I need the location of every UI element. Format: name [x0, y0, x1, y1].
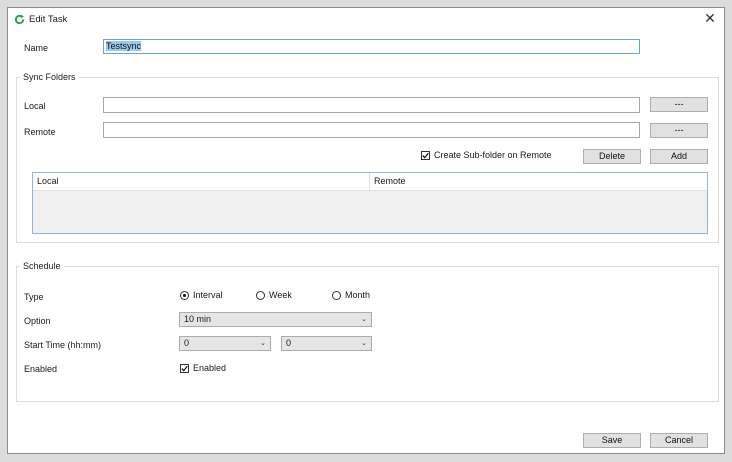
- enabled-check-label: Enabled: [193, 363, 227, 373]
- option-label: Option: [24, 316, 51, 326]
- start-minute-value: 0: [286, 338, 292, 348]
- create-subfolder-label: Create Sub-folder on Remote: [434, 150, 552, 160]
- start-hour-value: 0: [184, 338, 190, 348]
- checkbox-box: [180, 363, 189, 373]
- enabled-checkbox[interactable]: Enabled: [180, 363, 226, 373]
- checkmark-icon: [181, 365, 188, 372]
- title-bar: Edit Task: [14, 12, 67, 26]
- chevron-down-icon: ⌄: [361, 340, 367, 347]
- remote-path-input[interactable]: [103, 122, 640, 138]
- edit-task-dialog: Edit Task ✕ Name Testsync Sync Folders L…: [7, 7, 725, 454]
- radio-circle: [332, 290, 341, 300]
- checkmark-icon: [422, 152, 429, 159]
- list-header: Local Remote: [33, 173, 707, 191]
- column-header-local[interactable]: Local: [33, 173, 370, 190]
- column-header-remote[interactable]: Remote: [370, 173, 707, 190]
- radio-week-label: Week: [269, 290, 292, 300]
- radio-interval-label: Interval: [193, 290, 223, 300]
- enabled-label: Enabled: [24, 364, 58, 374]
- name-label: Name: [24, 43, 49, 53]
- start-minute-dropdown[interactable]: 0 ⌄: [281, 336, 372, 351]
- type-label: Type: [24, 292, 44, 302]
- local-browse-button[interactable]: ---: [650, 97, 708, 112]
- delete-button[interactable]: Delete: [583, 149, 641, 164]
- option-dropdown[interactable]: 10 min ⌄: [179, 312, 372, 327]
- radio-month[interactable]: Month: [332, 290, 370, 300]
- start-time-label: Start Time (hh:mm): [24, 340, 102, 350]
- schedule-title: Schedule: [20, 261, 64, 271]
- option-value: 10 min: [184, 314, 212, 324]
- save-button[interactable]: Save: [583, 433, 641, 448]
- checkbox-box: [421, 150, 430, 160]
- radio-month-label: Month: [345, 290, 371, 300]
- radio-interval[interactable]: Interval: [180, 290, 223, 300]
- local-label: Local: [24, 101, 46, 111]
- sync-folders-title: Sync Folders: [20, 72, 79, 82]
- radio-circle: [256, 290, 265, 300]
- cancel-button[interactable]: Cancel: [650, 433, 708, 448]
- chevron-down-icon: ⌄: [361, 316, 367, 323]
- radio-circle: [180, 290, 189, 300]
- window-title: Edit Task: [29, 13, 68, 25]
- name-input-value: Testsync: [106, 41, 142, 51]
- remote-label: Remote: [24, 127, 56, 137]
- create-subfolder-checkbox[interactable]: Create Sub-folder on Remote: [421, 150, 552, 160]
- name-input[interactable]: Testsync: [103, 39, 640, 54]
- chevron-down-icon: ⌄: [260, 340, 266, 347]
- start-hour-dropdown[interactable]: 0 ⌄: [179, 336, 271, 351]
- add-button[interactable]: Add: [650, 149, 708, 164]
- radio-week[interactable]: Week: [256, 290, 292, 300]
- schedule-group: [16, 266, 719, 402]
- refresh-icon: [14, 13, 25, 24]
- local-path-input[interactable]: [103, 97, 640, 113]
- close-icon[interactable]: ✕: [702, 10, 718, 26]
- radio-dot: [183, 293, 186, 297]
- remote-browse-button[interactable]: ---: [650, 123, 708, 138]
- folder-pairs-list[interactable]: Local Remote: [32, 172, 708, 234]
